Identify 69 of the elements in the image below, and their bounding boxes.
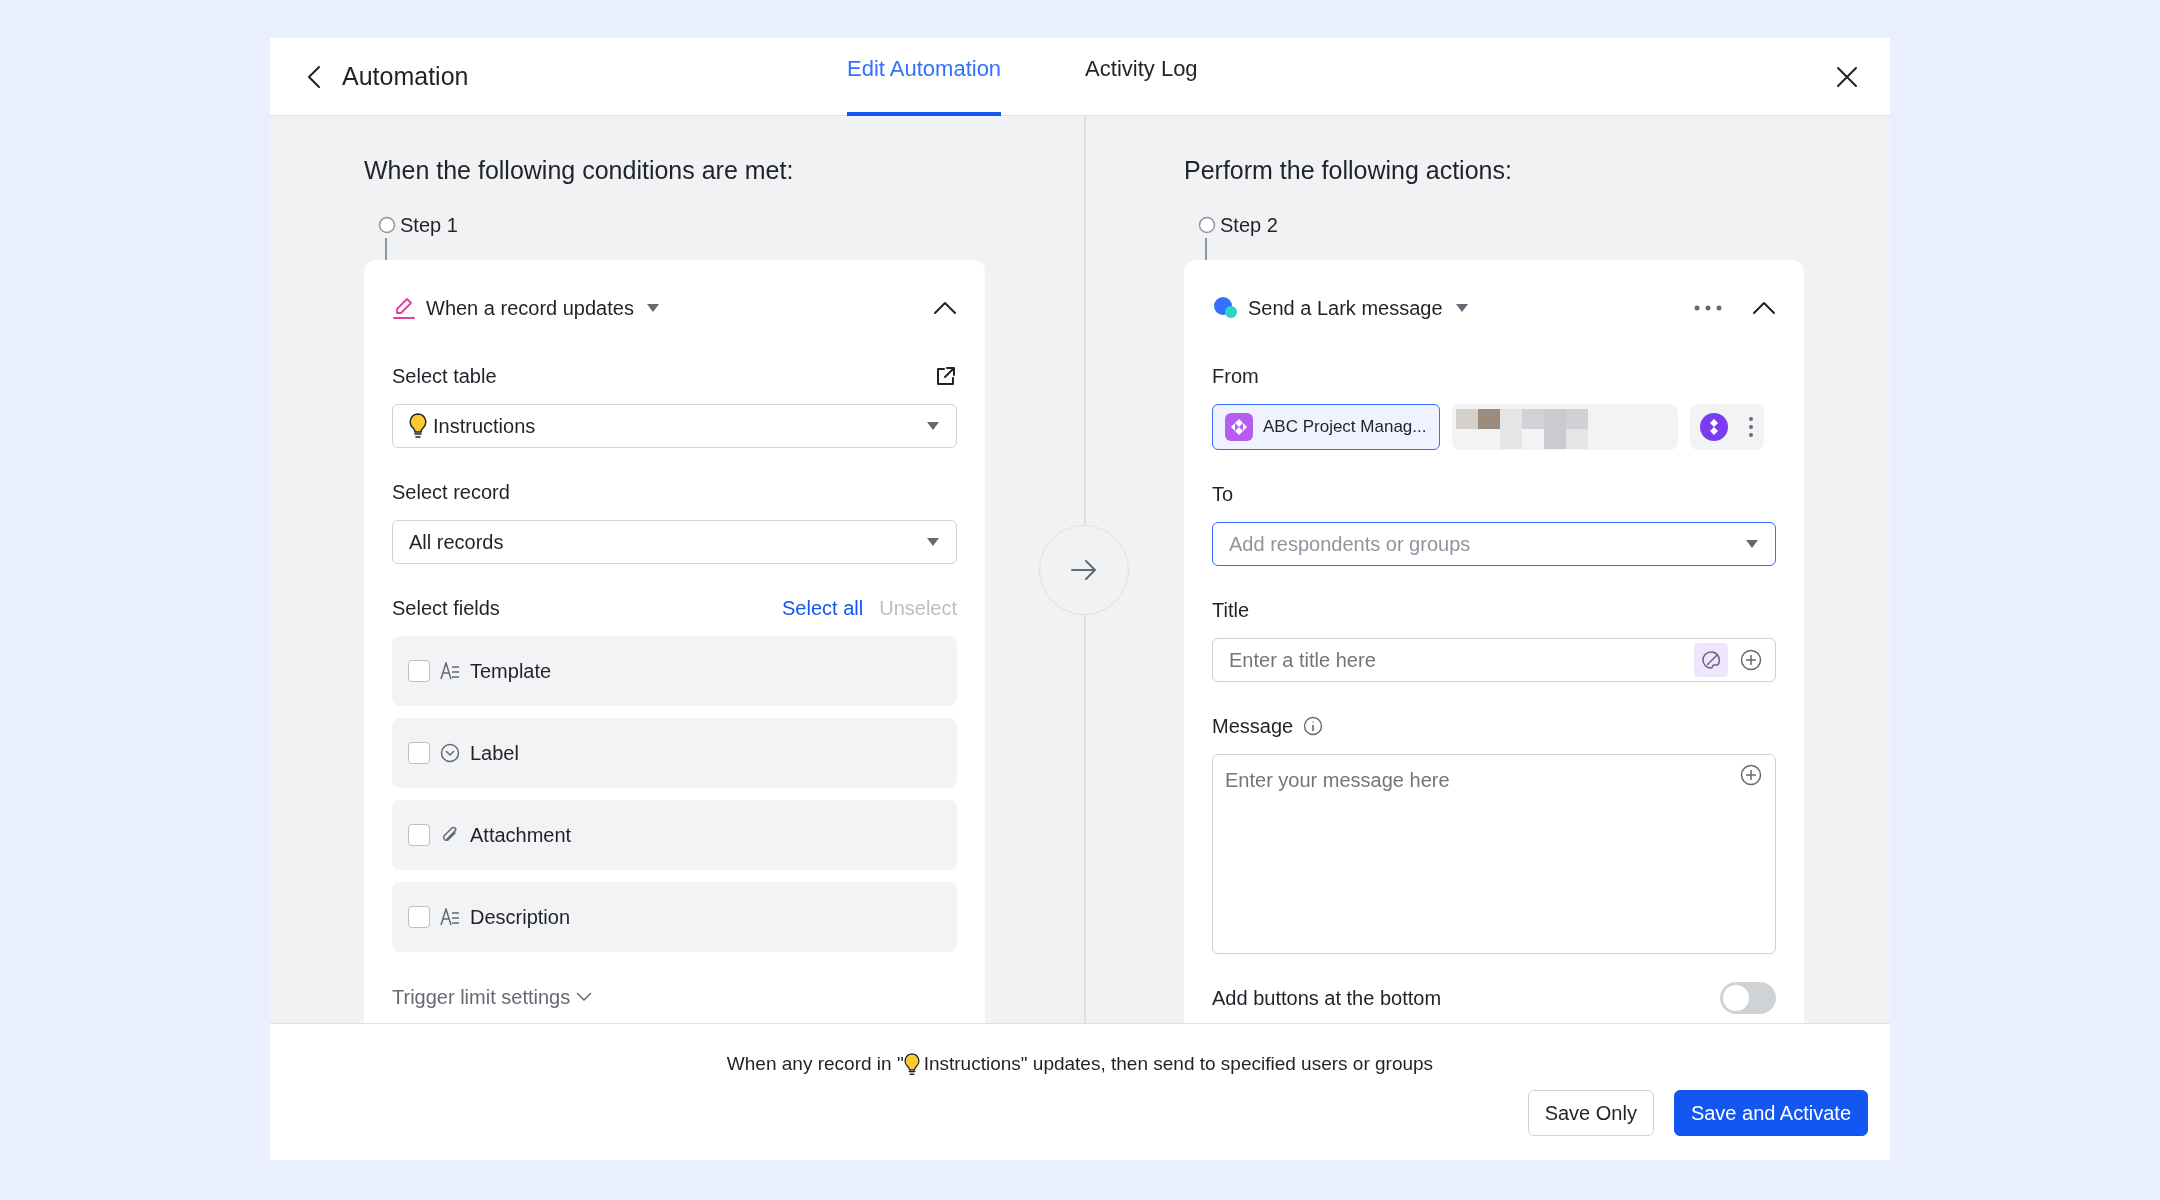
save-button[interactable]: Save Only <box>1527 1090 1654 1136</box>
caret-icon <box>1745 539 1759 549</box>
field-label: Select table <box>392 364 497 389</box>
action-dropdown[interactable]: Send a Lark message <box>1248 293 1469 323</box>
caret-icon <box>926 421 940 431</box>
lightbulb-icon <box>409 413 427 439</box>
field-row[interactable]: Description <box>392 882 957 952</box>
lightbulb-icon <box>903 1052 920 1076</box>
field-label: Select fields <box>392 596 500 621</box>
text-field-icon <box>440 662 460 680</box>
step-label: Step 1 <box>400 213 458 238</box>
add-icon[interactable] <box>1740 764 1762 786</box>
toggle-switch[interactable] <box>1720 982 1776 1014</box>
tab[interactable]: Activity Log <box>1085 38 1198 116</box>
open-external-icon[interactable] <box>935 365 957 387</box>
caret-icon <box>1454 303 1469 313</box>
circle-chevron-icon <box>440 743 460 763</box>
add-icon[interactable] <box>1740 649 1762 671</box>
field-name: Description <box>470 905 571 930</box>
back-icon <box>308 65 320 88</box>
field-name: Label <box>470 741 519 766</box>
field-label: Add buttons at the bottom <box>1212 986 1442 1011</box>
table-select[interactable]: Instructions <box>392 404 957 448</box>
summary-text: Instructions" updates, then send to specified users or groups <box>923 1052 1434 1076</box>
checkbox[interactable] <box>408 824 430 846</box>
arrow-right-icon <box>1071 560 1097 580</box>
select-all-link[interactable]: Select all <box>782 593 864 623</box>
info-icon[interactable] <box>1303 716 1324 736</box>
field-label: From <box>1212 364 1259 389</box>
close-icon <box>1836 65 1858 88</box>
step-circle-icon <box>1198 216 1216 234</box>
trigger-dropdown[interactable]: When a record updates <box>426 293 660 323</box>
record-select[interactable]: All records <box>392 520 957 564</box>
field-row[interactable]: Attachment <box>392 800 957 870</box>
section-heading: Perform the following actions: <box>1184 155 1513 186</box>
checkbox[interactable] <box>408 906 430 928</box>
page-title: Automation <box>342 60 469 92</box>
chevron-down-icon <box>576 992 593 1002</box>
field-label: Title <box>1212 598 1250 623</box>
step-circle-icon <box>378 216 396 234</box>
caret-icon <box>645 303 660 313</box>
save-and-activate-button[interactable]: Save and Activate <box>1673 1090 1868 1136</box>
pencil-icon <box>392 296 416 320</box>
more-vertical-icon[interactable] <box>1748 416 1754 438</box>
field-name: Template <box>470 659 552 684</box>
text-field-icon <box>440 908 460 926</box>
app-logo-icon <box>1225 413 1253 441</box>
chevron-up-icon[interactable] <box>1752 301 1776 315</box>
field-row[interactable]: Template <box>392 636 957 706</box>
field-label: To <box>1212 482 1234 507</box>
caret-icon <box>926 537 940 547</box>
field-label: Message <box>1212 714 1294 739</box>
trigger-limit-toggle[interactable]: Trigger limit settings <box>392 982 593 1012</box>
checkbox[interactable] <box>408 742 430 764</box>
chevron-up-icon[interactable] <box>933 301 957 315</box>
step-label: Step 2 <box>1220 213 1278 238</box>
field-label: Select record <box>392 480 510 505</box>
chat-bubbles-icon <box>1212 296 1238 320</box>
summary-text: When any record in " <box>726 1052 904 1076</box>
sender-chip[interactable]: ABC Project Manag... <box>1212 404 1440 450</box>
field-name: Attachment <box>470 823 572 848</box>
app-logo-icon[interactable] <box>1700 413 1728 441</box>
title-input[interactable]: Enter a title here <box>1212 638 1776 682</box>
section-heading: When the following conditions are met: <box>364 155 795 186</box>
checkbox[interactable] <box>408 660 430 682</box>
more-icon[interactable] <box>1694 305 1722 311</box>
message-input[interactable]: Enter your message here <box>1212 754 1776 954</box>
palette-icon[interactable] <box>1694 643 1728 677</box>
field-row[interactable]: Label <box>392 718 957 788</box>
